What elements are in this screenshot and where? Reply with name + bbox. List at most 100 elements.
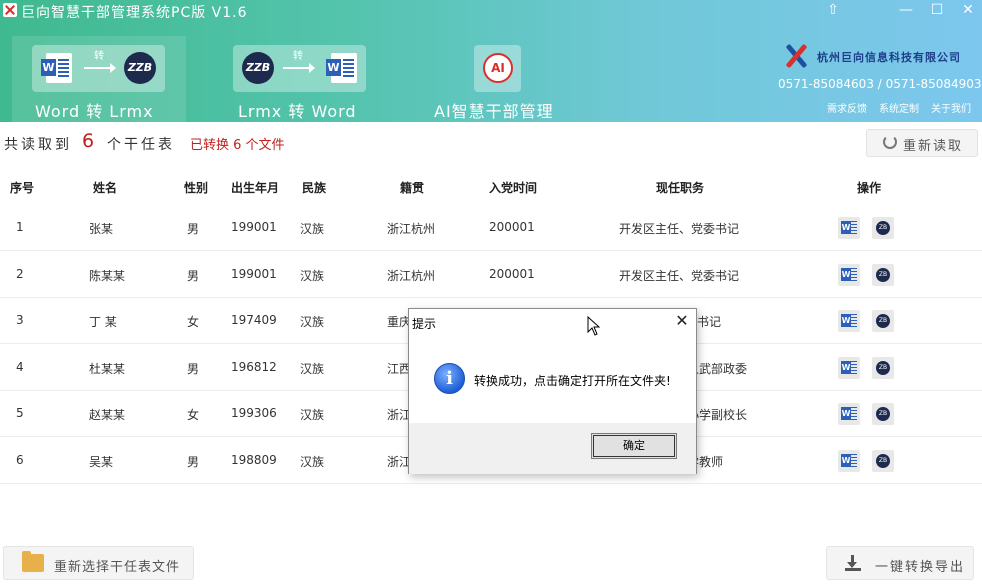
ai-head-icon: AI xyxy=(474,45,521,92)
minimize-button[interactable]: — xyxy=(891,0,921,22)
export-word-icon[interactable] xyxy=(838,310,860,332)
table-row[interactable]: 2 陈某某 男 199001 汉族 浙江杭州 200001 开发区主任、党委书记 xyxy=(0,252,982,298)
convert-label: 转 xyxy=(94,51,104,62)
export-lrmx-icon[interactable] xyxy=(872,310,894,332)
reload-label: 重新读取 xyxy=(903,139,964,154)
maximize-button[interactable]: ☐ xyxy=(922,0,952,22)
read-prefix: 共读取到 xyxy=(4,137,72,153)
cell-position: 开发区主任、党委书记 xyxy=(619,268,740,283)
cell-name: 吴某 xyxy=(89,454,114,469)
mode-label: AI智慧干部管理 xyxy=(434,102,554,121)
read-suffix: 个干任表 xyxy=(107,137,175,153)
cell-index: 2 xyxy=(16,266,24,281)
cell-gender: 男 xyxy=(187,361,200,376)
export-word-icon[interactable] xyxy=(838,217,860,239)
message-dialog: 提示 ✕ i 转换成功，点击确定打开所在文件夹! 确定 xyxy=(408,308,697,474)
cell-party-date: 200001 xyxy=(489,266,535,281)
cell-position: 开发区主任、党委书记 xyxy=(619,222,740,236)
col-position: 现任职务 xyxy=(656,181,705,195)
mode-icon-box: ZZB 转 W xyxy=(233,45,366,92)
dialog-message: 转换成功，点击确定打开所在文件夹! xyxy=(474,374,671,388)
cell-index: 1 xyxy=(16,220,24,234)
cell-ethnicity: 汉族 xyxy=(300,454,325,469)
info-icon: i xyxy=(434,363,465,394)
cell-name: 赵某某 xyxy=(89,408,126,422)
col-gender: 性别 xyxy=(184,181,209,195)
close-window-button[interactable]: ✕ xyxy=(953,0,982,22)
arrow-right-icon xyxy=(84,63,116,73)
cell-birth: 199306 xyxy=(231,406,277,420)
company-logo-icon xyxy=(784,42,814,69)
export-word-icon[interactable] xyxy=(838,356,860,379)
cell-ethnicity: 汉族 xyxy=(300,315,325,329)
title-bar: 巨向智慧干部管理系统PC版 V1.6 ⇧ — ☐ ✕ xyxy=(0,0,982,22)
mode-icon-box: W 转 ZZB xyxy=(32,45,165,92)
app-header: 巨向智慧干部管理系统PC版 V1.6 ⇧ — ☐ ✕ W 转 ZZB Word … xyxy=(0,0,982,122)
dialog-title: 提示 xyxy=(412,317,437,331)
arrow-right-icon xyxy=(283,63,315,73)
ok-button[interactable]: 确定 xyxy=(591,433,677,459)
export-lrmx-icon[interactable] xyxy=(872,356,894,379)
cell-index: 3 xyxy=(16,313,24,327)
cell-index: 5 xyxy=(16,406,24,420)
col-hometown: 籍贯 xyxy=(400,181,425,195)
cell-birth: 197409 xyxy=(231,313,277,327)
folder-icon xyxy=(22,551,44,572)
cell-gender: 女 xyxy=(187,315,200,329)
cell-party-date: 200001 xyxy=(489,220,535,234)
col-name: 姓名 xyxy=(93,181,118,195)
col-birth: 出生年月 xyxy=(231,181,280,195)
export-all-button[interactable]: 一键转换导出 xyxy=(826,546,974,580)
col-ethnicity: 民族 xyxy=(302,181,327,195)
col-party-date: 入党时间 xyxy=(489,181,538,195)
export-lrmx-icon[interactable] xyxy=(872,217,894,239)
lrmx-icon: ZZB xyxy=(124,52,156,84)
export-word-icon[interactable] xyxy=(838,449,860,472)
export-lrmx-icon[interactable] xyxy=(872,263,894,286)
convert-label: 转 xyxy=(293,51,303,62)
mode-label: Word 转 Lrmx xyxy=(35,102,154,121)
word-icon: W xyxy=(41,53,72,83)
link-about[interactable]: 关于我们 xyxy=(931,100,971,115)
export-word-icon[interactable] xyxy=(838,403,860,425)
cell-hometown: 浙江杭州 xyxy=(387,268,436,283)
lrmx-icon: ZZB xyxy=(242,52,274,84)
reload-button[interactable]: 重新读取 xyxy=(866,129,978,157)
cell-ethnicity: 汉族 xyxy=(300,268,325,283)
app-logo-icon xyxy=(3,3,17,17)
dialog-close-icon[interactable]: ✕ xyxy=(672,312,692,332)
cell-name: 陈某某 xyxy=(89,268,126,283)
cell-birth: 198809 xyxy=(231,452,277,467)
mode-word-to-lrmx[interactable]: W 转 ZZB Word 转 Lrmx xyxy=(12,36,186,122)
cell-birth: 196812 xyxy=(231,359,277,374)
export-lrmx-icon[interactable] xyxy=(872,403,894,425)
cell-ethnicity: 汉族 xyxy=(300,361,325,376)
read-count: 6 xyxy=(82,130,95,152)
cell-name: 杜某某 xyxy=(89,361,126,376)
cell-index: 4 xyxy=(16,359,24,374)
export-word-icon[interactable] xyxy=(838,263,860,286)
mode-label: Lrmx 转 Word xyxy=(238,102,357,121)
dialog-footer: 确定 xyxy=(409,423,696,474)
cell-birth: 199001 xyxy=(231,220,277,234)
word-icon: W xyxy=(326,53,357,83)
col-index: 序号 xyxy=(10,181,35,195)
cell-gender: 女 xyxy=(187,408,200,422)
export-lrmx-icon[interactable] xyxy=(872,449,894,472)
cell-gender: 男 xyxy=(187,222,200,236)
export-label: 一键转换导出 xyxy=(875,560,966,575)
link-customize[interactable]: 系统定制 xyxy=(879,100,919,115)
link-feedback[interactable]: 需求反馈 xyxy=(827,100,867,115)
cell-ethnicity: 汉族 xyxy=(300,222,325,236)
reselect-file-button[interactable]: 重新选择干任表文件 xyxy=(3,546,194,580)
cell-gender: 男 xyxy=(187,454,200,469)
mode-lrmx-to-word[interactable]: ZZB 转 W Lrmx 转 Word xyxy=(222,36,378,122)
skin-icon[interactable]: ⇧ xyxy=(818,0,848,22)
cell-ethnicity: 汉族 xyxy=(300,408,325,422)
cell-gender: 男 xyxy=(187,268,200,283)
cell-position: 书记 xyxy=(697,315,722,329)
refresh-icon xyxy=(883,135,897,149)
cell-name: 丁 某 xyxy=(89,315,117,329)
table-row[interactable]: 1 张某 男 199001 汉族 浙江杭州 200001 开发区主任、党委书记 xyxy=(0,205,982,251)
cell-birth: 199001 xyxy=(231,266,277,281)
